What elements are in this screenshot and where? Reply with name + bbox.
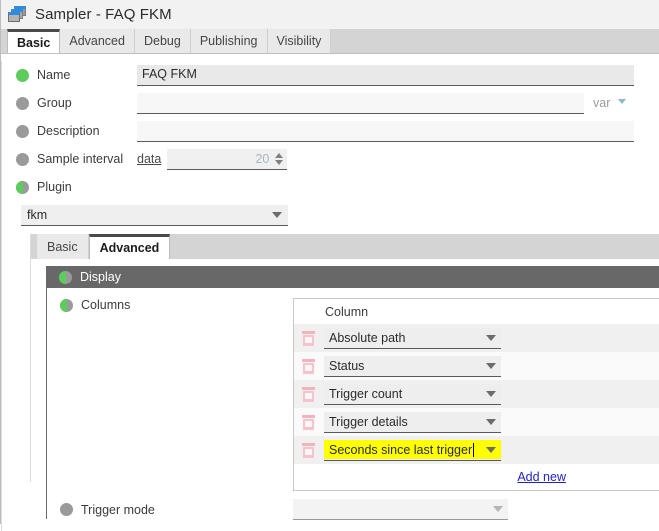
group-var-label: var xyxy=(593,95,611,110)
field-row-name: Name xyxy=(16,61,659,89)
label-trigger-mode: Trigger mode xyxy=(81,502,155,517)
plugin-tab-advanced-label: Advanced xyxy=(99,241,160,255)
sample-interval-data-link[interactable]: data xyxy=(137,152,161,166)
status-bullet-description xyxy=(16,124,29,138)
column-select-active[interactable]: Seconds since last trigger xyxy=(324,439,501,461)
column-select-value: Status xyxy=(329,358,365,373)
chevron-down-icon xyxy=(486,446,496,453)
status-bullet-columns xyxy=(60,298,73,312)
sample-interval-value: 20 xyxy=(255,151,270,166)
field-row-group: Group var xyxy=(16,89,659,117)
status-bullet-display xyxy=(59,270,72,284)
columns-table-header: Column xyxy=(294,299,659,324)
group-input[interactable] xyxy=(137,92,584,114)
trigger-mode-row: Trigger mode xyxy=(60,491,659,520)
tab-basic-label: Basic xyxy=(17,35,51,50)
stepper-up-icon[interactable] xyxy=(275,152,284,158)
columns-label-group: Columns xyxy=(60,298,293,312)
tab-debug-label: Debug xyxy=(143,34,181,48)
chevron-down-icon xyxy=(486,334,496,341)
delete-icon[interactable] xyxy=(302,358,315,374)
field-row-sample-interval: Sample interval data 20 xyxy=(16,145,659,173)
label-plugin: Plugin xyxy=(37,180,72,194)
column-select-value: Absolute path xyxy=(329,330,406,345)
status-bullet-plugin xyxy=(16,180,29,194)
tab-visibility-label: Visibility xyxy=(276,34,322,48)
table-row: Trigger details xyxy=(294,408,659,436)
field-row-description: Description xyxy=(16,117,659,145)
main-tab-strip: Basic Advanced Debug Publishing Visibili… xyxy=(1,29,659,54)
sampler-window: Sampler - FAQ FKM Basic Advanced Debug P… xyxy=(0,0,659,531)
plugin-select-value: fkm xyxy=(27,208,48,222)
tab-advanced[interactable]: Advanced xyxy=(60,29,135,53)
trigger-mode-select[interactable] xyxy=(293,499,508,520)
column-select[interactable]: Status xyxy=(324,355,501,377)
chevron-down-icon xyxy=(486,390,496,397)
delete-icon[interactable] xyxy=(302,414,315,430)
table-row: Seconds since last trigger xyxy=(294,436,659,464)
add-new-link[interactable]: Add new xyxy=(517,470,566,484)
label-sample-interval: Sample interval xyxy=(37,152,124,166)
chevron-down-icon xyxy=(486,418,496,425)
tab-visibility[interactable]: Visibility xyxy=(267,29,332,53)
plugin-tab-strip: Basic Advanced xyxy=(31,234,659,259)
plugin-tab-basic[interactable]: Basic xyxy=(37,234,89,259)
sample-interval-stepper[interactable]: 20 xyxy=(167,148,288,170)
column-select-value: Seconds since last trigger xyxy=(329,441,473,458)
main-content: Name Group var Description Sample interv… xyxy=(1,61,659,531)
table-row: Trigger count xyxy=(294,380,659,408)
label-group: Group xyxy=(37,96,72,110)
stepper-down-icon[interactable] xyxy=(275,159,284,165)
section-header-display-label: Display xyxy=(80,270,121,284)
title-bar: Sampler - FAQ FKM xyxy=(1,0,659,29)
name-input[interactable] xyxy=(137,64,634,86)
section-body-display: Columns Column Absolute path Status Trig… xyxy=(46,288,659,520)
columns-table: Column Absolute path Status Trigger coun… xyxy=(293,298,659,491)
description-input[interactable] xyxy=(137,120,634,142)
label-name: Name xyxy=(37,68,71,82)
plugin-tab-basic-label: Basic xyxy=(47,239,78,254)
group-var-dropdown[interactable]: var xyxy=(590,93,636,114)
columns-table-header-label: Column xyxy=(325,304,369,319)
chevron-down-icon xyxy=(617,98,626,104)
chevron-down-icon xyxy=(486,362,496,369)
stepper-arrows[interactable] xyxy=(275,152,284,165)
trigger-mode-label-group: Trigger mode xyxy=(60,503,293,517)
text-caret xyxy=(473,442,475,457)
column-select[interactable]: Absolute path xyxy=(324,327,501,349)
plugin-select[interactable]: fkm xyxy=(21,205,288,226)
stacked-windows-icon xyxy=(8,5,30,25)
delete-icon[interactable] xyxy=(302,442,315,458)
column-select-value: Trigger details xyxy=(329,414,408,429)
chevron-down-icon xyxy=(272,212,282,218)
tab-publishing[interactable]: Publishing xyxy=(190,29,268,53)
status-bullet-sample-interval xyxy=(16,152,29,166)
column-select[interactable]: Trigger count xyxy=(324,383,501,405)
plugin-tab-advanced[interactable]: Advanced xyxy=(88,234,171,259)
tab-advanced-label: Advanced xyxy=(69,34,125,48)
add-new-row: Add new xyxy=(294,464,659,490)
status-bullet-name xyxy=(16,68,29,82)
field-row-plugin: Plugin xyxy=(16,173,659,201)
delete-icon[interactable] xyxy=(302,330,315,346)
delete-icon[interactable] xyxy=(302,386,315,402)
column-select-value: Trigger count xyxy=(329,386,403,401)
column-select[interactable]: Trigger details xyxy=(324,411,501,433)
table-row: Status xyxy=(294,352,659,380)
table-row: Absolute path xyxy=(294,324,659,352)
columns-row: Columns Column Absolute path Status Trig… xyxy=(60,288,659,491)
tab-publishing-label: Publishing xyxy=(199,34,258,48)
chevron-down-icon xyxy=(493,506,503,512)
tab-basic[interactable]: Basic xyxy=(7,29,61,53)
section-header-display[interactable]: Display xyxy=(46,266,659,288)
status-bullet-group xyxy=(16,96,29,110)
plugin-tab-content: Display Columns Column Absolute path Sta… xyxy=(31,259,659,520)
label-description: Description xyxy=(37,124,100,138)
status-bullet-trigger-mode xyxy=(60,503,73,516)
label-columns: Columns xyxy=(81,298,131,312)
plugin-panel: Basic Advanced Display Columns Column Ab… xyxy=(30,234,659,520)
window-title: Sampler - FAQ FKM xyxy=(35,6,172,23)
tab-debug[interactable]: Debug xyxy=(134,29,191,53)
